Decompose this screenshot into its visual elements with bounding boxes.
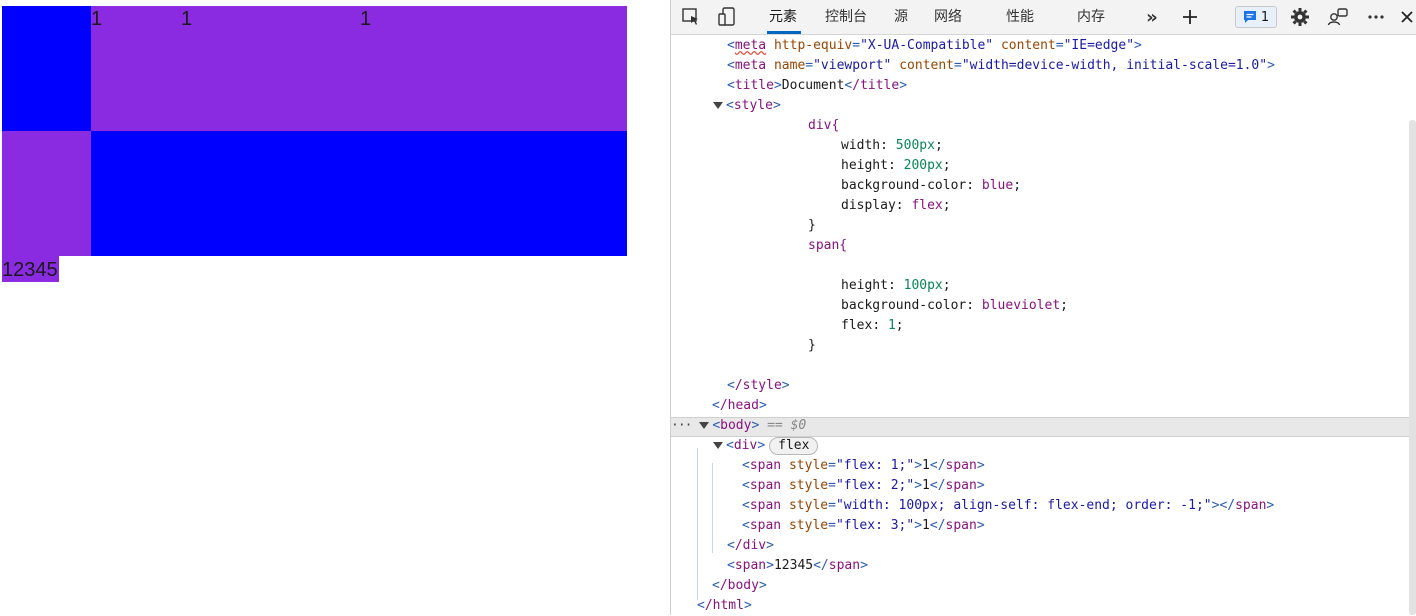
dom-node-span[interactable]: <span style="flex: 3;">1</span>	[742, 516, 985, 536]
flex-item-3: 1	[360, 6, 627, 131]
issues-icon	[1243, 11, 1256, 23]
dom-node-div-close[interactable]: </div>	[727, 536, 774, 556]
elements-tree: <meta http-equiv="X-UA-Compatible" conte…	[671, 36, 1416, 615]
flex-item-ordered	[2, 131, 91, 256]
customize-icon[interactable]	[1326, 6, 1350, 28]
add-tab-icon[interactable]	[1179, 6, 1201, 28]
dom-node-body-close[interactable]: </body>	[712, 576, 767, 596]
dom-node-title[interactable]: <title>Document</title>	[727, 76, 907, 96]
css-declaration: width: 500px;	[841, 138, 943, 153]
issues-button[interactable]: 1	[1235, 6, 1277, 28]
dom-node-span[interactable]: <span style="flex: 1;">1</span>	[742, 456, 985, 476]
css-selector-div: div{	[808, 118, 840, 133]
css-declaration: height: 200px;	[841, 158, 951, 173]
dom-node-span[interactable]: <span>12345</span>	[727, 556, 868, 576]
dom-node-span[interactable]: <span style="flex: 2;">1</span>	[742, 476, 985, 496]
tree-guide-line	[712, 463, 713, 553]
issues-count: 1	[1260, 9, 1270, 25]
flex-container: 1 1 1	[2, 6, 627, 256]
active-tab-indicator	[767, 31, 801, 34]
tab-elements[interactable]: 元素	[769, 0, 797, 34]
more-actions-icon[interactable]: ···	[671, 418, 693, 433]
tab-memory[interactable]: 内存	[1077, 0, 1105, 34]
inspect-icon[interactable]	[680, 6, 702, 28]
tab-sources[interactable]: 源	[894, 0, 908, 34]
devtools-panel: 元素 控制台 源 网络 性能 内存 » 1 <meta http-equiv="…	[670, 0, 1416, 615]
flex-badge[interactable]: flex	[769, 436, 819, 455]
dom-node-body[interactable]: ··· <body> == $0	[671, 416, 806, 436]
dom-node-style-close[interactable]: </style>	[727, 376, 790, 396]
device-toggle-icon[interactable]	[716, 6, 738, 28]
expand-triangle-icon[interactable]	[713, 442, 723, 449]
dom-node-html-close[interactable]: </html>	[697, 596, 752, 616]
css-brace: }	[808, 218, 816, 233]
more-tabs-icon[interactable]: »	[1143, 6, 1161, 28]
settings-icon[interactable]	[1289, 6, 1311, 28]
flex-item-2: 1	[181, 6, 360, 131]
dom-node-style[interactable]: <style>	[713, 96, 781, 116]
dom-node-div[interactable]: <div> flex	[713, 436, 819, 456]
tree-guide-line	[697, 448, 698, 600]
css-declaration: height: 100px;	[841, 278, 951, 293]
dom-node-meta[interactable]: <meta http-equiv="X-UA-Compatible" conte…	[727, 36, 1142, 56]
flex-item-1: 1	[91, 6, 181, 131]
css-declaration: flex: 1;	[841, 318, 904, 333]
devtools-toolbar: 元素 控制台 源 网络 性能 内存 » 1	[671, 0, 1416, 35]
expand-triangle-icon[interactable]	[713, 102, 723, 109]
tab-console[interactable]: 控制台	[825, 0, 867, 34]
css-declaration: background-color: blue;	[841, 178, 1022, 193]
outside-span: 12345	[2, 256, 59, 282]
tab-performance[interactable]: 性能	[1006, 0, 1034, 34]
expand-triangle-icon[interactable]	[699, 422, 710, 429]
css-selector-span: span{	[808, 238, 848, 253]
vertical-scrollbar[interactable]	[1409, 120, 1416, 615]
css-declaration: display: flex;	[841, 198, 951, 213]
more-options-icon[interactable]	[1365, 6, 1387, 28]
dom-node-meta[interactable]: <meta name="viewport" content="width=dev…	[727, 56, 1275, 76]
tab-network[interactable]: 网络	[934, 0, 962, 34]
close-icon[interactable]	[1399, 6, 1415, 28]
page-preview: 1 1 1 12345	[0, 0, 670, 615]
css-brace: }	[808, 338, 816, 353]
css-declaration: background-color: blueviolet;	[841, 298, 1068, 313]
dom-node-span[interactable]: <span style="width: 100px; align-self: f…	[742, 496, 1274, 516]
dom-node-head-close[interactable]: </head>	[712, 396, 767, 416]
